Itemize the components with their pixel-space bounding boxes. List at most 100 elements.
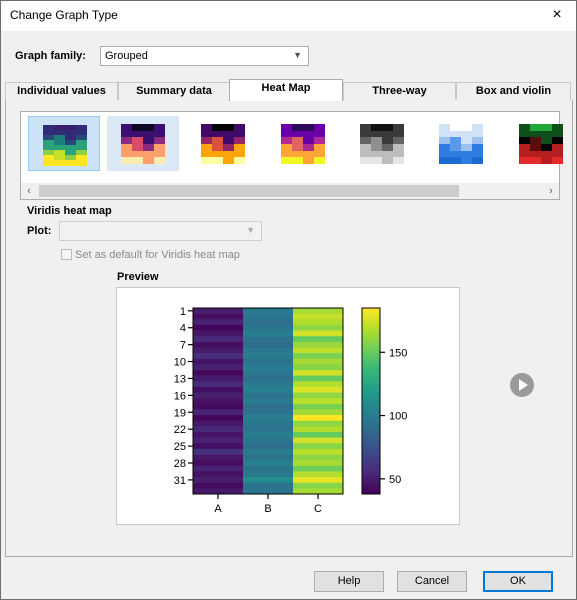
heatmap-cell: [193, 347, 244, 354]
help-button[interactable]: Help: [314, 571, 384, 592]
heat-map-chart: 1 4 7 10 13 16 19 22 25 28 31 A B C 50 100 150: [174, 306, 408, 515]
palette-thumb-plasma[interactable]: [267, 116, 339, 171]
cancel-button[interactable]: Cancel: [397, 571, 467, 592]
heatmap-cell: [193, 420, 244, 427]
heatmap-cell: [243, 386, 294, 393]
heatmap-cell: [243, 324, 294, 331]
palette-thumb-red-green[interactable]: [505, 116, 577, 171]
heatmap-cell: [243, 415, 294, 422]
heatmap-cell: [293, 313, 344, 320]
heatmap-cell: [243, 460, 294, 467]
heatmap-cell: [193, 341, 244, 348]
heatmap-cell: [243, 392, 294, 399]
row-tick-label: 16: [174, 390, 186, 402]
play-icon[interactable]: [510, 373, 534, 397]
heatmap-cell: [193, 443, 244, 450]
heatmap-cell: [193, 415, 244, 422]
heatmap-cell: [193, 482, 244, 489]
palette-thumb-grays[interactable]: [346, 116, 418, 171]
palette-preview-icon: [519, 124, 563, 165]
palette-thumb-blues[interactable]: [425, 116, 497, 171]
palette-thumb-viridis[interactable]: [28, 116, 100, 171]
close-icon[interactable]: ×: [548, 5, 566, 25]
heatmap-cell: [243, 370, 294, 376]
heatmap-cell: [243, 420, 294, 427]
heatmap-cell: [293, 347, 344, 354]
row-tick-label: 7: [180, 340, 186, 352]
heatmap-cell: [293, 415, 344, 422]
heatmap-cell: [293, 381, 344, 388]
heatmap-cell: [193, 324, 244, 331]
heatmap-cell: [193, 364, 244, 371]
heatmap-cell: [193, 477, 244, 484]
row-tick-label: 19: [174, 407, 186, 419]
set-default-checkbox[interactable]: [61, 249, 72, 260]
heatmap-cell: [243, 409, 294, 416]
heatmap-cell: [193, 358, 244, 365]
palette-preview-icon: [281, 124, 325, 165]
row-tick-label: 4: [180, 323, 186, 335]
tab-summary-data[interactable]: Summary data: [118, 82, 230, 100]
heatmap-cell: [243, 336, 294, 343]
heatmap-cell: [243, 448, 294, 455]
row-tick-label: 1: [180, 306, 186, 318]
heatmap-cell: [243, 347, 294, 354]
preview-panel: 1 4 7 10 13 16 19 22 25 28 31 A B C 50 100 150: [116, 287, 460, 525]
heatmap-cell: [293, 392, 344, 399]
heatmap-cell: [243, 454, 294, 461]
heatmap-cell: [243, 471, 294, 478]
heatmap-cell: [193, 381, 244, 388]
tab-individual-values[interactable]: Individual values: [5, 82, 118, 100]
palette-preview-icon: [121, 124, 165, 165]
graph-family-label: Graph family:: [15, 50, 86, 62]
heatmap-cell: [293, 336, 344, 343]
palette-thumb-magma[interactable]: [107, 116, 179, 171]
heatmap-cell: [293, 319, 344, 326]
heatmap-cell: [293, 324, 344, 331]
row-tick-label: 31: [174, 475, 186, 487]
window-title: Change Graph Type: [10, 8, 118, 22]
heatmap-cell: [243, 426, 294, 433]
heatmap-cell: [293, 308, 344, 314]
colorbar-tick-label: 100: [389, 411, 407, 423]
row-tick-label: 13: [174, 373, 186, 385]
heatmap-cell: [293, 448, 344, 455]
gallery-scrollbar[interactable]: ‹ ›: [21, 183, 559, 199]
scroll-left-icon[interactable]: ‹: [21, 183, 37, 199]
ok-button[interactable]: OK: [483, 571, 553, 592]
palette-gallery: ‹ ›: [20, 111, 563, 200]
heatmap-cell: [193, 460, 244, 467]
heatmap-cell: [293, 454, 344, 461]
scrollbar-thumb[interactable]: [39, 185, 459, 197]
palette-thumb-inferno[interactable]: [187, 116, 259, 171]
tab-three-way[interactable]: Three-way: [343, 82, 456, 100]
heatmap-cell: [193, 313, 244, 320]
heatmap-cell: [293, 432, 344, 438]
heatmap-cell: [293, 477, 344, 484]
heatmap-cell: [293, 488, 344, 495]
tab-box-and-violin[interactable]: Box and violin: [456, 82, 571, 100]
heatmap-cell: [243, 443, 294, 450]
tab-heat-map[interactable]: Heat Map: [229, 79, 343, 101]
preview-heading: Preview: [117, 271, 159, 283]
heatmap-cell: [193, 386, 244, 393]
heatmap-cell: [193, 432, 244, 438]
heatmap-cell: [243, 403, 294, 410]
heatmap-cell: [193, 319, 244, 326]
graph-family-select[interactable]: Grouped ▼: [100, 46, 309, 66]
row-tick-label: 25: [174, 441, 186, 453]
title-bar: Change Graph Type ×: [1, 1, 576, 31]
row-tick-label: 10: [174, 357, 186, 369]
scroll-right-icon[interactable]: ›: [543, 183, 559, 199]
heatmap-cell: [243, 364, 294, 371]
heatmap-cell: [293, 364, 344, 371]
palette-preview-icon: [201, 124, 245, 165]
heatmap-cell: [193, 448, 244, 455]
plot-select[interactable]: ▼: [59, 221, 262, 241]
heatmap-cell: [243, 353, 294, 360]
heatmap-cell: [193, 488, 244, 495]
heatmap-cell: [293, 409, 344, 416]
heatmap-cell: [293, 426, 344, 433]
heatmap-cell: [243, 375, 294, 382]
heatmap-cell: [243, 381, 294, 388]
